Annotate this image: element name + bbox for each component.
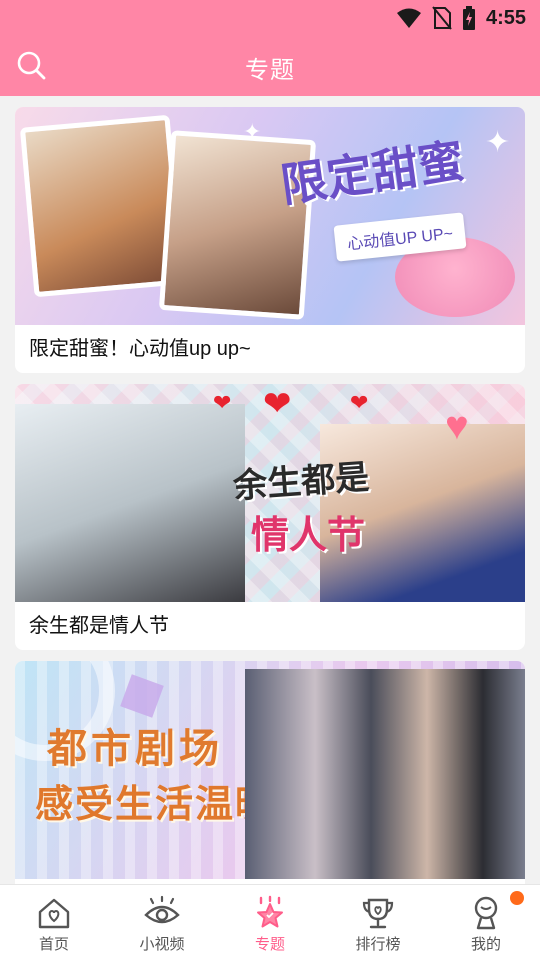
heart-decoration: ♥	[445, 404, 469, 448]
banner-title-line2: 感受生活温暖	[35, 784, 276, 826]
topic-banner[interactable]: ❤ ❤ ❤ 余生都是 情人节 ♥	[15, 384, 525, 602]
topic-caption: 余生都是情人节	[29, 615, 169, 637]
tab-profile[interactable]: 我的	[432, 885, 540, 960]
tab-label: 首页	[38, 936, 69, 953]
topic-card[interactable]: ❤ ❤ ❤ 余生都是 情人节 ♥ 余生都是情人节	[15, 384, 525, 650]
tab-topics[interactable]: 专题	[216, 885, 324, 960]
tab-label: 小视频	[139, 936, 185, 953]
balloon-decoration: ❤	[263, 385, 292, 423]
banner-title-line2: 情人节	[251, 515, 366, 557]
tab-label: 专题	[254, 936, 285, 953]
banner-title-line1: 都市剧场	[47, 727, 223, 771]
topic-list[interactable]: 限定甜蜜 心动值UP UP~ ✦ ✦ 限定甜蜜！心动值up up~ ❤ ❤ ❤ …	[0, 96, 540, 884]
status-bar: 4:55	[0, 0, 540, 36]
topic-card[interactable]: 都市剧场 感受生活温暖	[15, 661, 525, 884]
battery-icon	[462, 6, 475, 30]
banner-title-line1: 余生都是	[232, 458, 371, 506]
sparkle-icon: ✦	[485, 126, 511, 159]
cube-decoration	[120, 674, 164, 718]
profile-icon	[474, 896, 498, 930]
topic-caption: 限定甜蜜！心动值up up~	[29, 338, 251, 360]
app-bar: 专题	[0, 36, 540, 96]
topic-banner[interactable]: 限定甜蜜 心动值UP UP~ ✦ ✦	[15, 107, 525, 325]
tab-home[interactable]: 首页	[0, 885, 108, 960]
balloon-decoration: ❤	[213, 390, 232, 415]
topic-banner[interactable]: 都市剧场 感受生活温暖	[15, 661, 525, 879]
bottom-tab-bar: 首页 小视频 专题 排行榜 我的	[0, 884, 540, 960]
trophy-icon	[362, 898, 394, 929]
banner-title: 限定甜蜜	[277, 134, 468, 212]
banner-photo	[245, 669, 525, 879]
no-sim-icon	[432, 6, 452, 30]
banner-photo	[15, 404, 245, 602]
star-icon	[257, 895, 283, 928]
tab-label: 排行榜	[355, 936, 401, 953]
home-heart-icon	[38, 898, 70, 929]
tab-ranking[interactable]: 排行榜	[324, 885, 432, 960]
wifi-icon	[396, 8, 421, 28]
sparkle-icon: ✦	[243, 119, 262, 144]
status-time: 4:55	[485, 6, 526, 29]
notification-badge	[510, 891, 524, 905]
topic-card[interactable]: 限定甜蜜 心动值UP UP~ ✦ ✦ 限定甜蜜！心动值up up~	[15, 107, 525, 373]
banner-photo	[19, 114, 185, 298]
balloon-decoration: ❤	[350, 390, 369, 415]
eye-icon	[144, 895, 180, 924]
tab-label: 我的	[470, 936, 501, 953]
tab-short-video[interactable]: 小视频	[108, 885, 216, 960]
page-title: 专题	[245, 57, 295, 84]
